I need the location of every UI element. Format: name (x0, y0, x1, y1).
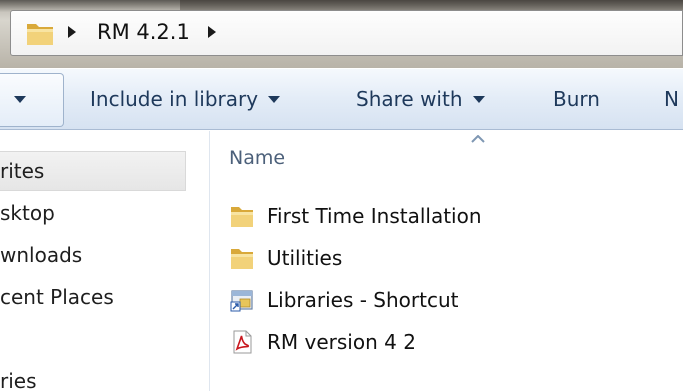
command-toolbar: Include in library Share with Burn N (0, 68, 683, 130)
new-folder-button[interactable]: N (664, 87, 679, 111)
breadcrumb-segment[interactable]: RM 4.2.1 (97, 20, 190, 44)
navigation-pane: rites sktop wnloads cent Places ries (0, 131, 210, 391)
folder-icon (27, 24, 53, 45)
file-name: Utilities (267, 246, 343, 270)
share-with-button[interactable]: Share with (356, 87, 485, 111)
window-titlebar: RM 4.2.1 (0, 0, 683, 68)
file-row[interactable]: First Time Installation (229, 199, 482, 233)
file-row[interactable]: Libraries - Shortcut (229, 283, 459, 317)
breadcrumb-arrow-icon[interactable] (67, 25, 77, 39)
organize-dropdown-button[interactable] (0, 73, 64, 127)
folder-icon (231, 249, 253, 269)
file-name: Libraries - Shortcut (267, 288, 459, 312)
burn-button[interactable]: Burn (553, 87, 600, 111)
nav-item-libraries[interactable]: ries (0, 369, 37, 391)
file-name: RM version 4 2 (267, 330, 416, 354)
shortcut-icon (230, 290, 253, 312)
file-name: First Time Installation (267, 204, 482, 228)
include-in-library-button[interactable]: Include in library (90, 87, 281, 111)
folder-icon (231, 207, 253, 227)
chevron-down-icon (14, 96, 26, 103)
chevron-down-icon (268, 95, 281, 103)
pdf-icon (233, 330, 252, 354)
share-with-label: Share with (356, 87, 463, 111)
chevron-down-icon (472, 95, 485, 103)
new-folder-label: N (664, 87, 679, 111)
nav-item-favorites[interactable]: rites (0, 159, 44, 183)
include-in-library-label: Include in library (90, 87, 259, 111)
nav-item-recent-places[interactable]: cent Places (0, 285, 114, 309)
breadcrumb-arrow-icon[interactable] (207, 25, 217, 39)
address-bar[interactable]: RM 4.2.1 (10, 10, 683, 56)
burn-label: Burn (553, 87, 600, 111)
nav-item-downloads[interactable]: wnloads (0, 243, 82, 267)
column-header-name[interactable]: Name (229, 147, 285, 169)
file-list: Name First Time Installation Utilities L… (211, 131, 683, 391)
file-row[interactable]: RM version 4 2 (229, 325, 416, 359)
nav-item-desktop[interactable]: sktop (0, 201, 55, 225)
file-row[interactable]: Utilities (229, 241, 342, 275)
sort-ascending-icon (471, 135, 485, 143)
